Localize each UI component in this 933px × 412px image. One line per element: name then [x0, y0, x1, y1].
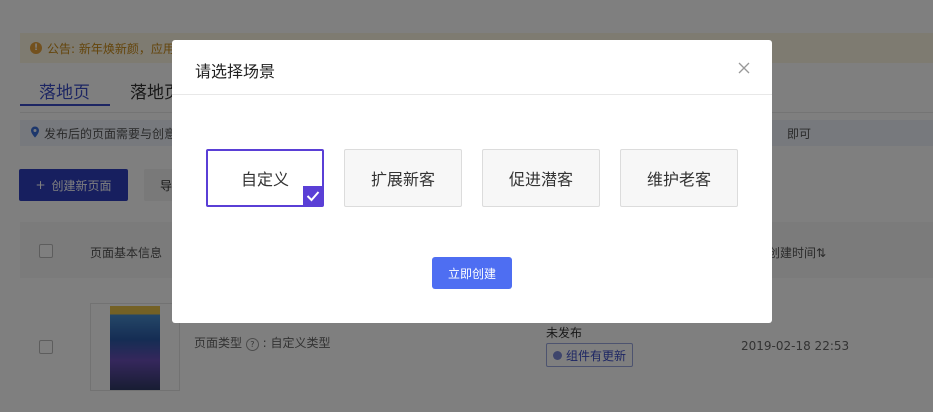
scene-option-expand-new[interactable]: 扩展新客 — [344, 149, 462, 207]
dialog-header: 请选择场景 — [172, 40, 772, 95]
scene-option-label: 自定义 — [240, 170, 289, 189]
scene-option-custom[interactable]: 自定义 — [206, 149, 324, 207]
scene-select-dialog: 请选择场景 自定义 扩展新客 促进潜客 维护老客 立即创建 — [172, 40, 772, 323]
scene-option-label: 扩展新客 — [370, 170, 435, 189]
check-icon — [303, 186, 323, 206]
scene-option-label: 维护老客 — [646, 170, 711, 189]
close-icon[interactable] — [736, 60, 752, 76]
scene-option-retain-existing[interactable]: 维护老客 — [620, 149, 738, 207]
scene-option-promote-potential[interactable]: 促进潜客 — [482, 149, 600, 207]
dialog-title: 请选择场景 — [195, 62, 276, 81]
create-now-button[interactable]: 立即创建 — [432, 257, 512, 289]
scene-option-label: 促进潜客 — [508, 170, 573, 189]
